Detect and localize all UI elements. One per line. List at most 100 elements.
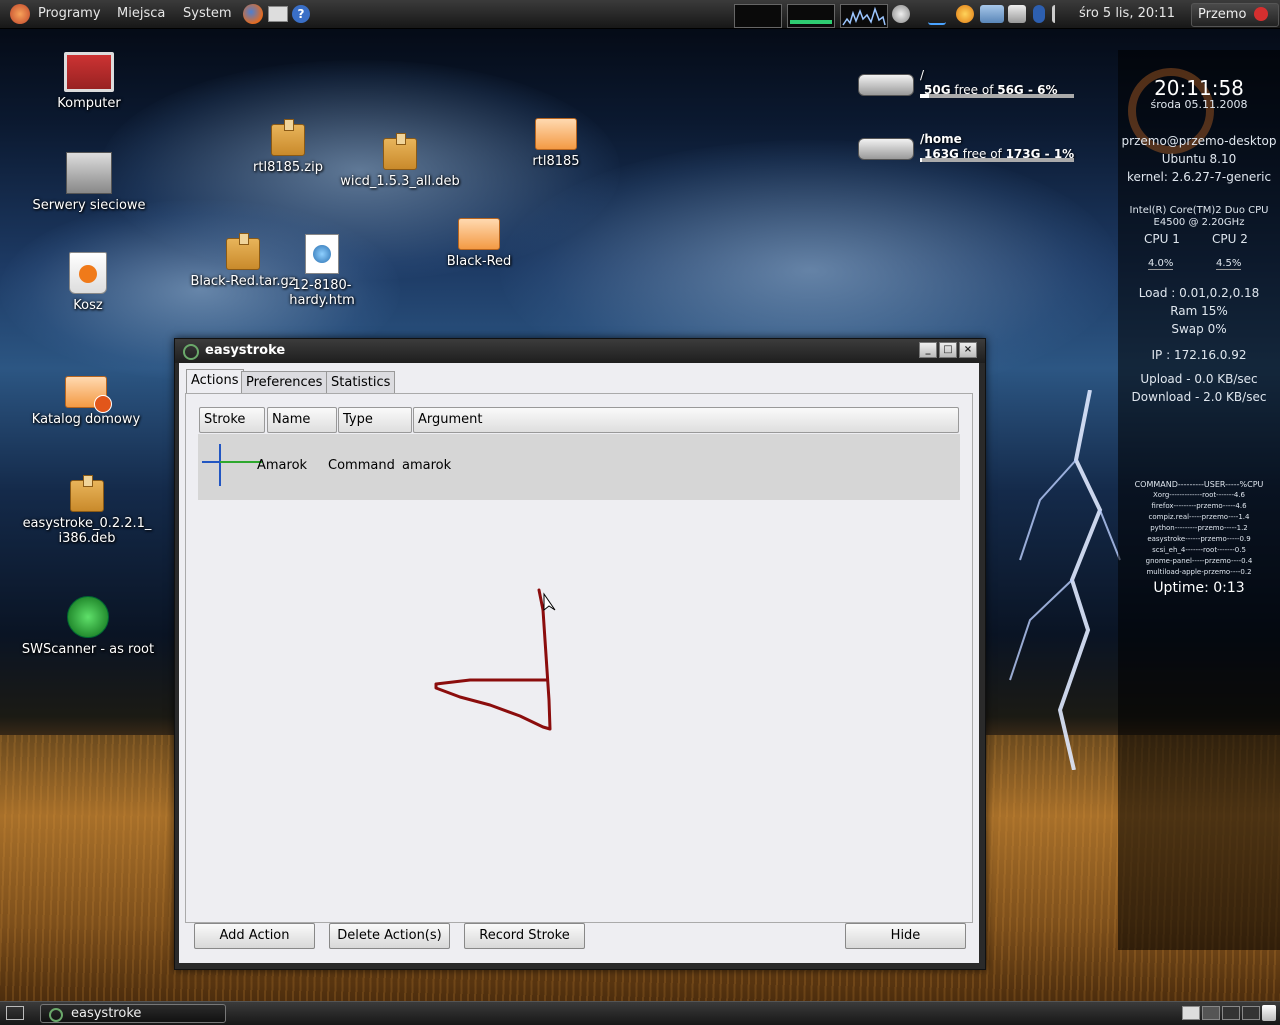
folder-icon (535, 118, 577, 150)
conky-process-row: scsi_eh_4-------root-------0.5 (1152, 546, 1246, 554)
package-icon (383, 133, 417, 170)
tab-statistics[interactable]: Statistics (326, 371, 396, 394)
firefox-icon[interactable] (243, 4, 263, 24)
table-row[interactable]: Amarok Command amarok (198, 434, 960, 500)
trash-applet-icon[interactable] (1262, 1005, 1276, 1021)
desktop-icon-wicd-deb[interactable]: wicd_1.5.3_all.deb (325, 133, 475, 189)
conky-process-header: COMMAND---------USER-----%CPU (1134, 480, 1264, 489)
conky-process-row: compiz.real-----przemo----1.4 (1148, 513, 1250, 521)
workspace-4[interactable] (1242, 1006, 1260, 1020)
ubuntu-logo-icon[interactable] (10, 4, 30, 24)
minimize-button[interactable]: _ (919, 342, 937, 358)
conky-process-row: easystroke------przemo-----0.9 (1147, 535, 1251, 543)
workspace-2[interactable] (1202, 1006, 1220, 1020)
desktop-icon-label-line2: i386.deb (58, 531, 116, 546)
desktop-icon-label: wicd_1.5.3_all.deb (340, 174, 460, 189)
show-desktop-icon[interactable] (6, 1006, 24, 1020)
taskbar-window-label: easystroke (71, 1006, 142, 1021)
stroke-thumbnail (202, 444, 262, 486)
shutdown-icon[interactable] (1254, 7, 1268, 21)
desktop-icon-swscanner[interactable]: SWScanner - as root (13, 596, 163, 657)
help-icon[interactable]: ? (292, 5, 310, 23)
disk-mount: /home (920, 132, 962, 146)
home-folder-icon (65, 376, 112, 413)
conky-cpu1-value: 4.0% (1148, 258, 1174, 270)
desktop-icon-label: SWScanner - as root (21, 642, 155, 657)
trash-icon (69, 252, 107, 294)
network-indicator-icon[interactable] (928, 5, 946, 25)
add-action-button[interactable]: Add Action (194, 923, 315, 949)
window-title: easystroke (205, 343, 286, 358)
column-header-type[interactable]: Type (338, 407, 412, 433)
scanner-icon (67, 596, 109, 638)
display-icon[interactable] (1008, 5, 1026, 23)
tab-actions[interactable]: Actions (186, 369, 244, 394)
conky-os: Ubuntu 8.10 (1161, 152, 1237, 166)
power-icon[interactable] (892, 5, 910, 23)
desktop-icon-label: Serwery sieciowe (32, 198, 146, 213)
workspace-3[interactable] (1222, 1006, 1240, 1020)
user-switcher[interactable]: Przemo (1191, 3, 1279, 27)
conky-kernel: kernel: 2.6.27-7-generic (1126, 170, 1272, 184)
conky-process-row: gnome-panel-----przemo----0.4 (1145, 557, 1253, 565)
desktop-icon-label: rtl8185.zip (253, 160, 323, 175)
volume-icon[interactable] (1052, 5, 1069, 23)
conky-load: Load : 0.01,0.2,0.18 (1138, 286, 1260, 300)
maximize-button[interactable]: □ (939, 342, 957, 358)
disk-widget-root: / 50G free of 56G - 6% (858, 68, 1078, 104)
disk-mount: / (920, 68, 925, 82)
package-icon (226, 233, 260, 270)
network-monitor-graph[interactable] (840, 4, 888, 28)
package-icon (271, 119, 305, 156)
record-stroke-button[interactable]: Record Stroke (464, 923, 585, 949)
user-switcher-label: Przemo (1198, 7, 1247, 22)
taskbar-window-button[interactable]: easystroke (40, 1004, 226, 1023)
bluetooth-icon[interactable] (1033, 5, 1045, 23)
weather-sun-icon[interactable] (956, 5, 974, 23)
conky-cpu-model-2: E4500 @ 2.20GHz (1153, 217, 1245, 228)
desktop-icon-serwery[interactable]: Serwery sieciowe (14, 152, 164, 213)
memory-monitor-graph[interactable] (787, 4, 835, 28)
column-header-stroke[interactable]: Stroke (199, 407, 265, 433)
easystroke-window: easystroke _ □ × Actions Preferences Sta… (174, 338, 986, 970)
conky-ip: IP : 172.16.0.92 (1151, 348, 1247, 362)
hard-drive-icon (858, 138, 914, 160)
desktop-icon-label: rtl8185 (532, 154, 580, 169)
conky-uptime: Uptime: 0:13 (1153, 580, 1245, 596)
desktop-icon-htm-file[interactable]: 12-8180-hardy.htm (272, 234, 372, 308)
desktop-icon-kosz[interactable]: Kosz (13, 252, 163, 313)
desktop-icon-label: Katalog domowy (31, 412, 141, 427)
update-notifier-icon[interactable] (980, 5, 1004, 23)
conky-ram: Ram 15% (1170, 304, 1228, 318)
menu-system[interactable]: System (183, 6, 231, 21)
desktop-icon-katalog-domowy[interactable]: Katalog domowy (11, 376, 161, 427)
desktop-icon-rtl8185-folder[interactable]: rtl8185 (481, 118, 631, 169)
bottom-panel: easystroke (0, 1001, 1280, 1025)
conky-cpu2-label: CPU 2 (1212, 232, 1248, 246)
conky-cpu2-value: 4.5% (1216, 258, 1242, 270)
row-name: Amarok (257, 458, 308, 473)
panel-clock[interactable]: śro 5 lis, 20:11 (1079, 6, 1175, 21)
delete-actions-button[interactable]: Delete Action(s) (329, 923, 450, 949)
menu-miejsca[interactable]: Miejsca (117, 6, 165, 21)
close-button[interactable]: × (959, 342, 977, 358)
conky-date: środa 05.11.2008 (1150, 98, 1248, 111)
conky-swap: Swap 0% (1171, 322, 1227, 336)
row-argument: amarok (402, 458, 452, 473)
actions-panel: Stroke Name Type Argument Amarok Command… (185, 393, 973, 923)
column-header-name[interactable]: Name (267, 407, 337, 433)
desktop-icon-label: Kosz (73, 298, 103, 313)
lightning-bolt (1009, 390, 1121, 770)
mail-icon[interactable] (268, 6, 288, 22)
desktop-icon-easystroke-deb[interactable]: easystroke_0.2.2.1_ i386.deb (12, 475, 162, 546)
menu-programy[interactable]: Programy (38, 6, 101, 21)
package-icon (70, 475, 104, 512)
column-header-argument[interactable]: Argument (413, 407, 959, 433)
desktop-icon-black-red-folder[interactable]: Black-Red (404, 218, 554, 269)
hide-button[interactable]: Hide (845, 923, 966, 949)
workspace-1[interactable] (1182, 1006, 1200, 1020)
cpu-monitor-graph[interactable] (734, 4, 782, 28)
tab-preferences[interactable]: Preferences (241, 371, 328, 394)
window-titlebar[interactable]: easystroke _ □ × (175, 339, 985, 363)
desktop-icon-komputer[interactable]: Komputer (14, 52, 164, 111)
